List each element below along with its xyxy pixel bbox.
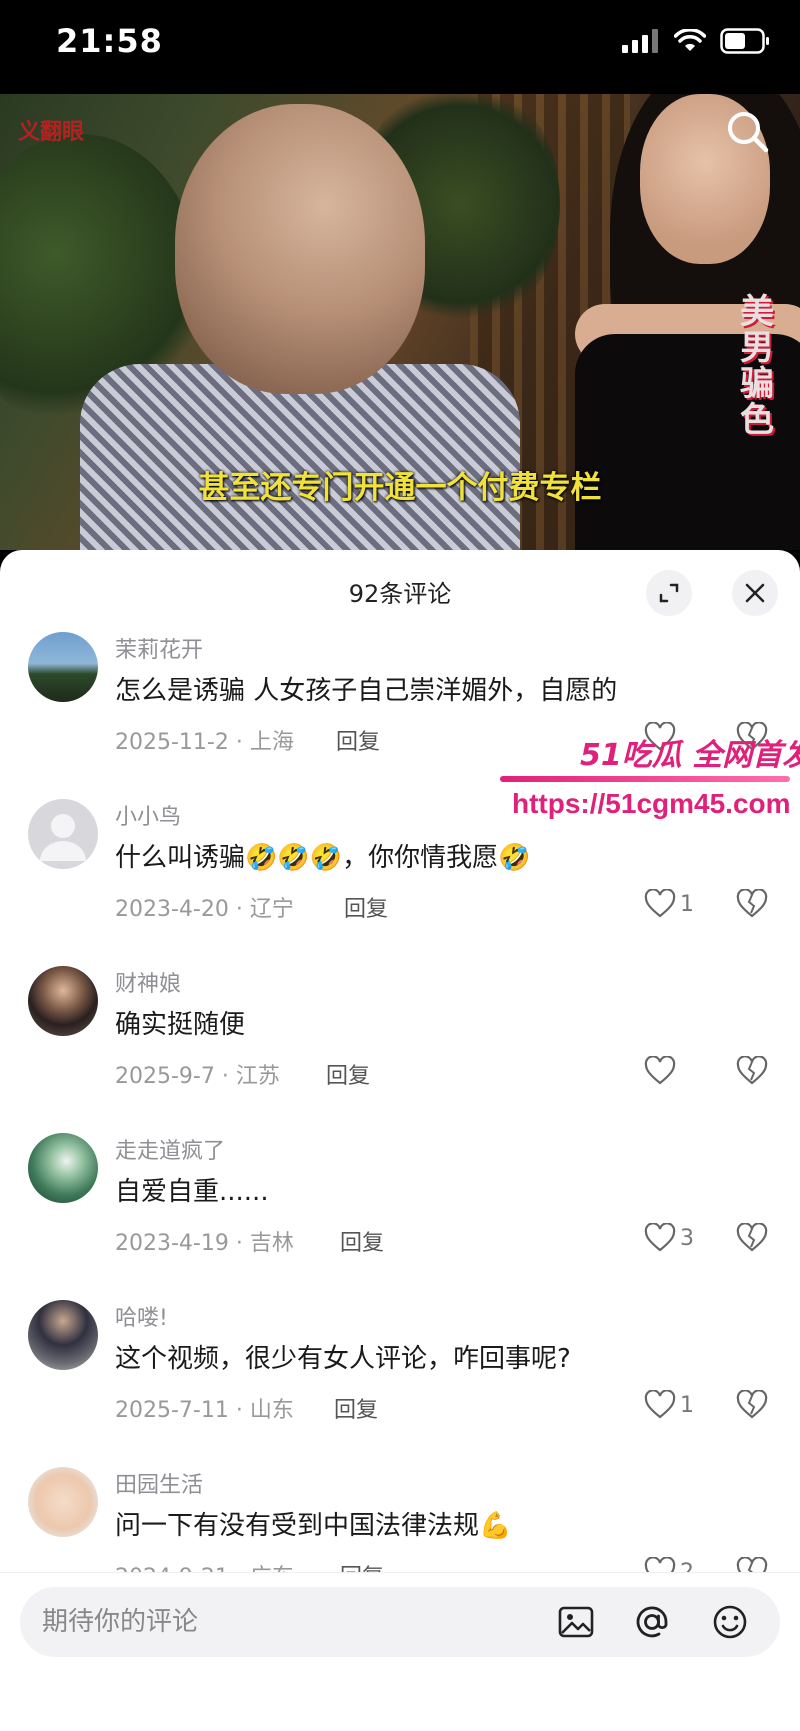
comment-author[interactable]: 田园生活 xyxy=(115,1467,203,1499)
status-icons xyxy=(622,28,770,54)
comment-item: 走走道疯了 自爱自重...... 2023-4-19 · 吉林 回复 3 xyxy=(0,1131,800,1298)
avatar[interactable] xyxy=(28,1133,98,1203)
comment-input-container xyxy=(20,1587,780,1657)
comment-item: 田园生活 问一下有没有受到中国法律法规💪 2024-9-21 · 广东 回复 2 xyxy=(0,1465,800,1572)
video-vertical-title: 美男骗色 xyxy=(740,292,774,440)
like-button[interactable]: 1 xyxy=(644,889,694,919)
comment-text: 怎么是诱骗 人女孩子自己崇洋媚外，自愿的 xyxy=(115,676,618,706)
like-count: 2 xyxy=(680,1559,694,1573)
avatar[interactable] xyxy=(28,799,98,869)
like-button[interactable]: 3 xyxy=(644,1223,694,1253)
default-avatar-icon xyxy=(40,814,86,861)
broken-heart-icon xyxy=(736,1055,768,1085)
broken-heart-icon xyxy=(736,1389,768,1419)
comment-date: 2023-4-19 · 吉林 xyxy=(115,1231,294,1256)
comments-panel: 92条评论 茉莉花开 怎么是诱骗 人女孩子自己崇洋媚外，自愿的 2025-11-… xyxy=(0,550,800,1731)
watermark: 51吃瓜 全网首发 https://51cgm45.com xyxy=(500,730,800,830)
comment-text: 这个视频，很少有女人评论，咋回事呢? xyxy=(115,1344,571,1374)
battery-icon xyxy=(720,28,769,54)
expand-icon xyxy=(659,583,679,603)
heart-icon xyxy=(644,889,676,918)
comment-author[interactable]: 走走道疯了 xyxy=(115,1133,225,1165)
like-count: 1 xyxy=(680,891,694,917)
video-channel-logo: 义翻眼 xyxy=(18,119,85,145)
dislike-button[interactable] xyxy=(736,1556,768,1572)
comment-date: 2025-9-7 · 江苏 xyxy=(115,1064,280,1089)
avatar[interactable] xyxy=(28,966,98,1036)
expand-button[interactable] xyxy=(646,570,692,616)
dislike-button[interactable] xyxy=(736,888,768,923)
comment-text: 确实挺随便 xyxy=(115,1010,246,1040)
comment-text: 自爱自重...... xyxy=(115,1177,269,1207)
like-count: 1 xyxy=(680,1392,694,1418)
comments-header: 92条评论 xyxy=(0,550,800,630)
comment-author[interactable]: 财神娘 xyxy=(115,966,181,998)
heart-icon xyxy=(644,1056,676,1085)
broken-heart-icon xyxy=(736,1222,768,1252)
comment-author[interactable]: 茉莉花开 xyxy=(115,632,203,664)
emoji-icon[interactable] xyxy=(710,1602,750,1642)
comment-date: 2025-11-2 · 上海 xyxy=(115,730,294,755)
reply-button[interactable]: 回复 xyxy=(334,1392,378,1424)
mention-icon[interactable] xyxy=(632,1602,672,1642)
comment-input-bar xyxy=(0,1572,800,1731)
watermark-brand: 51吃瓜 全网首发 xyxy=(580,738,800,773)
video-player[interactable]: 义翻眼 美男骗色 甚至还专门开通一个付费专栏 xyxy=(0,94,800,550)
watermark-divider xyxy=(500,776,790,782)
reply-button[interactable]: 回复 xyxy=(340,1225,384,1257)
close-icon xyxy=(745,583,765,603)
like-button[interactable]: 1 xyxy=(644,1390,694,1420)
like-count: 3 xyxy=(680,1225,694,1251)
broken-heart-icon xyxy=(736,888,768,918)
heart-icon xyxy=(644,1557,676,1572)
comment-item: 哈喽! 这个视频，很少有女人评论，咋回事呢? 2025-7-11 · 山东 回复… xyxy=(0,1298,800,1465)
heart-icon xyxy=(644,1390,676,1419)
close-button[interactable] xyxy=(732,570,778,616)
comment-author[interactable]: 哈喽! xyxy=(115,1300,168,1332)
reply-button[interactable]: 回复 xyxy=(326,1058,370,1090)
comment-text: 什么叫诱骗🤣🤣🤣，你你情我愿🤣 xyxy=(115,843,531,873)
comment-item: 财神娘 确实挺随便 2025-9-7 · 江苏 回复 xyxy=(0,964,800,1131)
watermark-url: https://51cgm45.com xyxy=(512,788,791,819)
video-person xyxy=(175,104,425,394)
dislike-button[interactable] xyxy=(736,1055,768,1090)
comment-date: 2024-9-21 · 广东 xyxy=(115,1559,294,1572)
broken-heart-icon xyxy=(736,1556,768,1572)
comment-author[interactable]: 小小鸟 xyxy=(115,799,181,831)
reply-button[interactable]: 回复 xyxy=(340,1559,384,1572)
heart-icon xyxy=(644,1223,676,1252)
reply-button[interactable]: 回复 xyxy=(344,891,388,923)
search-icon[interactable] xyxy=(722,106,774,158)
comment-input[interactable] xyxy=(42,1587,542,1657)
reply-button[interactable]: 回复 xyxy=(336,724,380,756)
comment-date: 2025-7-11 · 山东 xyxy=(115,1398,294,1423)
comment-date: 2023-4-20 · 辽宁 xyxy=(115,897,294,922)
like-button[interactable]: 2 xyxy=(644,1557,694,1572)
status-time: 21:58 xyxy=(56,22,163,60)
avatar[interactable] xyxy=(28,632,98,702)
status-bar: 21:58 xyxy=(0,0,800,94)
signal-icon xyxy=(622,29,658,53)
like-button[interactable] xyxy=(644,1056,680,1086)
video-subtitle: 甚至还专门开通一个付费专栏 xyxy=(198,470,602,506)
avatar[interactable] xyxy=(28,1300,98,1370)
comment-text: 问一下有没有受到中国法律法规💪 xyxy=(115,1511,512,1541)
wifi-icon xyxy=(674,29,706,51)
dislike-button[interactable] xyxy=(736,1389,768,1424)
image-icon[interactable] xyxy=(556,1602,596,1642)
dislike-button[interactable] xyxy=(736,1222,768,1257)
avatar[interactable] xyxy=(28,1467,98,1537)
